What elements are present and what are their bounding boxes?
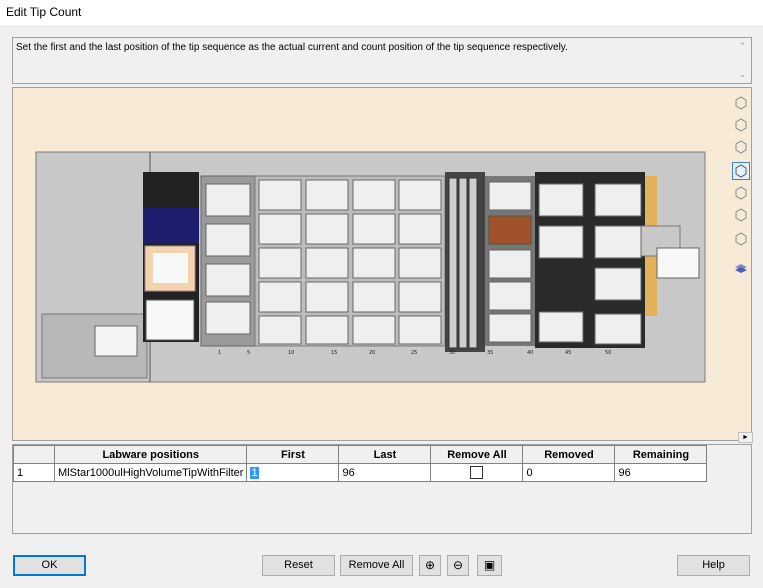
table-header-row: Labware positions First Last Remove All …	[13, 445, 708, 464]
layers-icon[interactable]	[733, 259, 749, 275]
first-cell[interactable]: 1	[246, 463, 340, 482]
first-value[interactable]: 1	[250, 466, 259, 479]
labware-table: Labware positions First Last Remove All …	[13, 445, 708, 482]
labware-grid[interactable]: Labware positions First Last Remove All …	[12, 444, 752, 534]
table-row[interactable]: 1 MlStar1000ulHighVolumeTipWithFilter 1 …	[13, 463, 708, 482]
col-header-remove-all[interactable]: Remove All	[430, 445, 524, 464]
ok-button[interactable]: OK	[13, 555, 86, 576]
title-bar: Edit Tip Count	[0, 0, 763, 27]
reset-button[interactable]: Reset	[262, 555, 335, 576]
col-header-first[interactable]: First	[246, 445, 340, 464]
track-label: 25	[411, 350, 417, 356]
col-header-last[interactable]: Last	[338, 445, 432, 464]
deck-scroll-right-icon[interactable]: ►	[738, 432, 753, 443]
remove-all-cell[interactable]	[430, 463, 524, 482]
track-label: 50	[605, 350, 611, 356]
remove-all-checkbox[interactable]	[470, 466, 484, 479]
deck-view[interactable]: 1 5 10 15 20 25 30 35 40 45 50	[12, 87, 752, 441]
fit-view-icon: ▣	[483, 558, 496, 572]
window-title: Edit Tip Count	[6, 5, 82, 19]
track-label: 1	[218, 350, 221, 356]
view-iso-icon[interactable]	[733, 231, 749, 247]
description-text: Set the first and the last position of t…	[16, 42, 568, 53]
help-button[interactable]: Help	[677, 555, 750, 576]
view-top-icon[interactable]	[732, 162, 750, 180]
labware-cell[interactable]: MlStar1000ulHighVolumeTipWithFilter	[53, 463, 248, 482]
deck-layout[interactable]: 1 5 10 15 20 25 30 35 40 45 50	[13, 88, 751, 440]
remaining-cell: 96	[614, 463, 708, 482]
track-label: 45	[565, 350, 571, 356]
removed-cell: 0	[522, 463, 616, 482]
col-header-removed[interactable]: Removed	[522, 445, 616, 464]
zoom-in-icon: ⊕	[424, 558, 436, 572]
description-scrollbar[interactable]: ⌃ ⌄	[734, 38, 751, 83]
col-header-labware[interactable]: Labware positions	[53, 445, 248, 464]
corner-cell	[13, 445, 55, 464]
view-side-icon[interactable]	[733, 139, 749, 155]
zoom-out-button[interactable]: ⊖	[447, 555, 469, 576]
row-index: 1	[13, 463, 55, 482]
view-back-icon[interactable]	[733, 185, 749, 201]
track-label: 30	[449, 350, 455, 356]
view-bottom-icon[interactable]	[733, 207, 749, 223]
track-label: 40	[527, 350, 533, 356]
track-label: 35	[487, 350, 493, 356]
track-label: 20	[369, 350, 375, 356]
scroll-down-icon[interactable]: ⌄	[734, 66, 751, 83]
description-box[interactable]: Set the first and the last position of t…	[12, 37, 752, 84]
zoom-in-button[interactable]: ⊕	[419, 555, 441, 576]
scroll-up-icon[interactable]: ⌃	[734, 38, 751, 55]
track-label: 15	[331, 350, 337, 356]
remove-all-button[interactable]: Remove All	[340, 555, 413, 576]
col-header-remaining[interactable]: Remaining	[614, 445, 708, 464]
fit-view-button[interactable]: ▣	[477, 555, 502, 576]
track-label: 10	[288, 350, 294, 356]
view-front-icon[interactable]	[733, 117, 749, 133]
zoom-out-icon: ⊖	[452, 558, 464, 572]
view-cube-icon[interactable]	[733, 95, 749, 111]
last-cell[interactable]: 96	[338, 463, 432, 482]
track-label: 5	[247, 350, 250, 356]
